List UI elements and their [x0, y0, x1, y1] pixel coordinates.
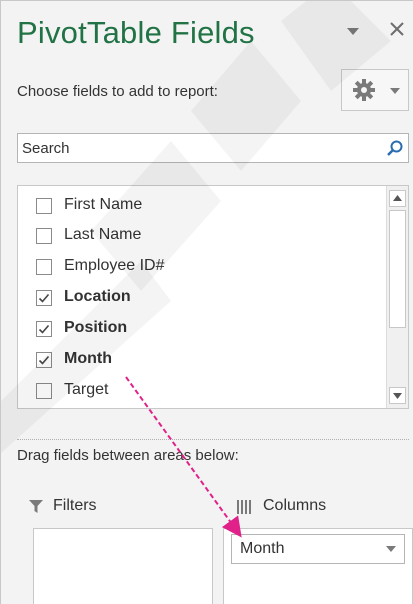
- pivottable-fields-pane: PivotTable Fields Choose fields to add t…: [0, 0, 413, 604]
- field-item-target[interactable]: Target: [18, 378, 378, 406]
- field-item-month[interactable]: Month: [18, 347, 378, 375]
- scroll-up-button[interactable]: [389, 190, 406, 207]
- arrow-down-icon: [393, 393, 402, 399]
- chevron-down-icon: [390, 88, 400, 94]
- field-label: Position: [64, 319, 128, 336]
- choose-fields-label: Choose fields to add to report:: [17, 83, 218, 100]
- checkmark-icon: [38, 355, 50, 365]
- search-field[interactable]: [17, 133, 409, 163]
- gear-icon: [353, 79, 375, 101]
- chevron-down-icon: [386, 546, 396, 552]
- drag-fields-label: Drag fields between areas below:: [17, 447, 239, 464]
- search-icon[interactable]: [386, 139, 404, 157]
- search-input[interactable]: [18, 134, 382, 162]
- scroll-down-button[interactable]: [389, 387, 406, 404]
- scroll-thumb[interactable]: [389, 210, 406, 328]
- field-item-position[interactable]: Position: [18, 316, 378, 344]
- columns-field-label: Month: [240, 540, 285, 557]
- filter-icon: [29, 500, 43, 513]
- arrow-up-icon: [393, 195, 402, 201]
- close-icon: [390, 22, 404, 36]
- field-item-employee-id[interactable]: Employee ID#: [18, 254, 378, 282]
- field-label: Target: [64, 381, 109, 398]
- field-label: Month: [64, 350, 112, 367]
- close-button[interactable]: [387, 19, 407, 39]
- field-label: First Name: [64, 196, 143, 213]
- field-label: Location: [64, 288, 131, 305]
- checkbox-employee-id[interactable]: [36, 259, 52, 275]
- field-item-last-name[interactable]: Last Name: [18, 223, 378, 251]
- field-item-location[interactable]: Location: [18, 285, 378, 313]
- checkbox-first-name[interactable]: [36, 198, 52, 214]
- columns-field-month[interactable]: Month: [231, 534, 405, 564]
- field-label: Last Name: [64, 226, 142, 243]
- field-list: First Name Last Name Employee ID# Locati…: [17, 185, 409, 409]
- checkmark-icon: [38, 324, 50, 334]
- checkbox-position[interactable]: [36, 321, 52, 337]
- filters-drop-area[interactable]: [33, 528, 213, 604]
- section-divider: [17, 439, 409, 440]
- field-item-first-name[interactable]: First Name: [18, 193, 378, 221]
- checkbox-target[interactable]: [36, 383, 52, 399]
- pane-edge: [1, 528, 33, 604]
- checkmark-icon: [38, 293, 50, 303]
- filters-label: Filters: [53, 497, 97, 514]
- pane-title: PivotTable Fields: [17, 15, 255, 50]
- field-layout-settings-button[interactable]: [341, 69, 409, 111]
- chevron-down-icon: [347, 28, 359, 35]
- checkbox-month[interactable]: [36, 352, 52, 368]
- field-list-scrollbar[interactable]: [386, 186, 408, 408]
- checkbox-location[interactable]: [36, 290, 52, 306]
- pane-options-dropdown[interactable]: [345, 23, 361, 39]
- field-label: Employee ID#: [64, 257, 165, 274]
- columns-icon: [237, 500, 251, 514]
- checkbox-last-name[interactable]: [36, 228, 52, 244]
- columns-label: Columns: [263, 497, 327, 514]
